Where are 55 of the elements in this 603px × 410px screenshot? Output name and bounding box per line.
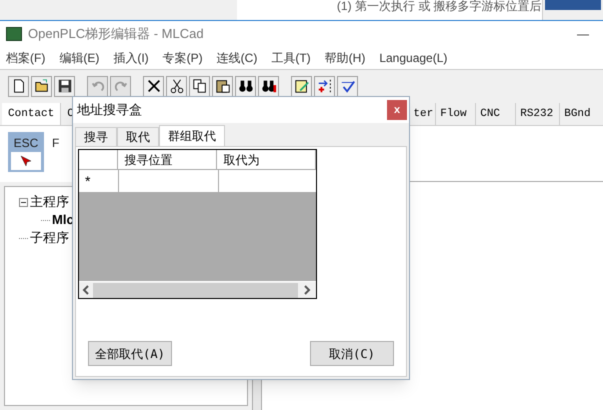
toolbar-button[interactable] [54, 76, 75, 96]
toolbar-button[interactable] [258, 76, 279, 96]
minimize-button[interactable]: — [569, 25, 597, 43]
background-panel [544, 0, 601, 10]
close-icon [146, 78, 162, 94]
dialog-tab[interactable]: 群组取代 [159, 125, 225, 146]
toolbar-button[interactable] [189, 76, 210, 96]
clipboard-icon [214, 78, 230, 94]
element-tab[interactable]: Contact [2, 103, 62, 125]
toolbar-button[interactable] [291, 76, 312, 96]
tree-item[interactable]: 子程序 [30, 228, 69, 248]
toolbar-button[interactable] [337, 76, 358, 96]
menu-item[interactable]: 帮助(H) [324, 49, 366, 67]
menu-item[interactable]: Language(L) [379, 49, 448, 67]
dialog-button[interactable]: 全部取代(A) [88, 341, 172, 366]
copy-icon [192, 78, 208, 94]
pointer-icon [20, 155, 32, 167]
close-button[interactable]: x [387, 100, 407, 120]
column-header: 取代为 [217, 150, 316, 169]
checkmark-icon [340, 78, 356, 94]
menu-item[interactable]: 工具(T) [271, 49, 311, 67]
toolbar-button[interactable] [31, 76, 52, 96]
horizontal-scrollbar[interactable] [79, 281, 316, 298]
notepad-icon [294, 78, 310, 94]
window-title: OpenPLC梯形编辑器 - MLCad [28, 25, 205, 44]
tree-item[interactable]: 主程序 [30, 192, 69, 212]
toolbar-button[interactable] [166, 76, 187, 96]
tree-item[interactable]: Mlc [52, 210, 74, 230]
menu-item[interactable]: 插入(I) [113, 49, 149, 67]
arrows-icon [316, 78, 332, 94]
folder-icon [34, 78, 50, 94]
binoculars-icon [238, 78, 254, 94]
toolbar-button[interactable] [235, 76, 256, 96]
dialog-tab[interactable]: 搜寻 [75, 127, 117, 146]
menu-item[interactable]: 连线(C) [216, 49, 258, 67]
toolbar-button[interactable] [314, 76, 335, 96]
toolbar-button[interactable] [8, 76, 29, 96]
binoculars-icon [260, 78, 276, 94]
scissors-icon [168, 78, 184, 94]
dialog-title: 地址搜寻盒 [77, 101, 143, 120]
esc-button[interactable]: ESC [8, 132, 44, 172]
save-icon [56, 78, 72, 94]
collapse-icon[interactable] [19, 198, 28, 206]
column-header: 搜寻位置 [118, 150, 218, 169]
toolbar-button[interactable] [212, 76, 233, 96]
scrollbar-thumb[interactable] [93, 282, 298, 298]
menu-item[interactable]: 档案(F) [6, 49, 46, 67]
app-icon [6, 27, 22, 41]
menu-item[interactable]: 专案(P) [162, 49, 203, 67]
palette-label: F [52, 135, 60, 152]
toolbar-button[interactable] [143, 76, 164, 96]
dialog-tab[interactable]: 取代 [117, 127, 159, 146]
menu-item[interactable]: 编辑(E) [59, 49, 100, 67]
background-document-text: (1) 第一次执行 或 搬移多字游标位置后 [336, 0, 542, 12]
dialog-button[interactable]: 取消(C) [310, 341, 394, 366]
